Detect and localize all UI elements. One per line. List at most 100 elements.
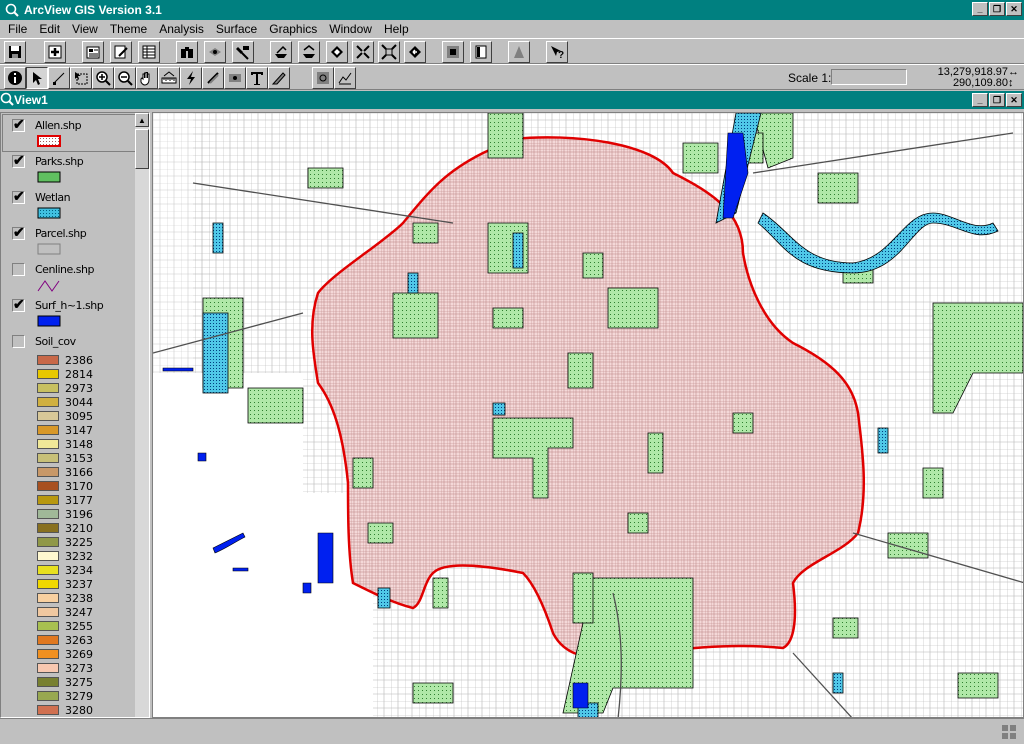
menu-edit[interactable]: Edit xyxy=(33,22,66,36)
theme-visibility-checkbox[interactable]: ✔ xyxy=(12,116,25,132)
area-of-interest-tool[interactable] xyxy=(202,67,224,89)
soil-class-swatch xyxy=(37,523,59,533)
locate-address-button[interactable] xyxy=(204,41,226,63)
zoom-to-selected-button[interactable] xyxy=(326,41,348,63)
soil-class-label: 3273 xyxy=(65,662,93,675)
contour-icon xyxy=(317,72,329,84)
save-project-button[interactable] xyxy=(4,41,26,63)
map-canvas[interactable] xyxy=(153,113,1024,718)
soil-class-item: 3153 xyxy=(3,451,137,465)
soil-class-swatch xyxy=(37,677,59,687)
soil-class-swatch xyxy=(37,593,59,603)
open-theme-table-button[interactable] xyxy=(138,41,160,63)
theme-visibility-checkbox[interactable] xyxy=(12,263,25,276)
hotlink-tool[interactable] xyxy=(180,67,202,89)
map-display[interactable] xyxy=(152,112,1024,718)
soil-class-label: 3153 xyxy=(65,452,93,465)
soil-class-label: 3166 xyxy=(65,466,93,479)
theme-parcel[interactable]: ✔ Parcel.shp xyxy=(3,223,137,259)
soil-class-swatch xyxy=(37,565,59,575)
menu-theme[interactable]: Theme xyxy=(104,22,153,36)
theme-surf[interactable]: ✔ Surf_h~1.shp xyxy=(3,295,137,331)
vertex-icon xyxy=(53,72,65,85)
area-icon xyxy=(207,72,219,84)
menu-help[interactable]: Help xyxy=(378,22,415,36)
theme-soil-cov[interactable]: Soil_cov xyxy=(3,331,137,353)
soil-class-item: 3210 xyxy=(3,521,137,535)
view-minimize-button[interactable]: _ xyxy=(972,93,988,107)
pointer-tool[interactable] xyxy=(26,67,48,89)
magnifier-plus-icon xyxy=(96,71,111,86)
label-tool[interactable] xyxy=(224,67,246,89)
view-close-button[interactable]: ✕ xyxy=(1006,93,1022,107)
soil-class-label: 3238 xyxy=(65,592,93,605)
zoom-out-tool[interactable] xyxy=(114,67,136,89)
menu-file[interactable]: File xyxy=(2,22,33,36)
theme-properties-button[interactable] xyxy=(82,41,104,63)
soil-class-swatch xyxy=(37,537,59,547)
theme-name: Cenline.shp xyxy=(35,263,94,276)
select-feature-tool[interactable] xyxy=(70,67,92,89)
soil-class-label: 3279 xyxy=(65,690,93,703)
zoom-out-button[interactable] xyxy=(378,41,400,63)
query-builder-button[interactable] xyxy=(232,41,254,63)
menu-window[interactable]: Window xyxy=(323,22,378,36)
soil-class-swatch xyxy=(37,649,59,659)
edit-legend-button[interactable] xyxy=(110,41,132,63)
soil-class-label: 3147 xyxy=(65,424,93,437)
draw-tool[interactable] xyxy=(268,67,290,89)
surface-tool[interactable] xyxy=(334,67,356,89)
toc-scrollbar[interactable]: ▲ xyxy=(135,113,149,717)
measure-tool[interactable] xyxy=(158,67,180,89)
add-theme-button[interactable] xyxy=(44,41,66,63)
coord-arrows-icon: ↔ ↕ xyxy=(1008,66,1019,89)
draw-shape-icon xyxy=(271,72,286,85)
minimize-button[interactable]: _ xyxy=(972,2,988,16)
help-button[interactable]: ? xyxy=(546,41,568,63)
scroll-up-icon[interactable]: ▲ xyxy=(135,113,149,127)
zoom-to-themes-button[interactable] xyxy=(298,41,320,63)
menu-surface[interactable]: Surface xyxy=(210,22,263,36)
hot-link-button[interactable] xyxy=(508,41,530,63)
theme-visibility-checkbox[interactable]: ✔ xyxy=(12,296,25,312)
soil-class-label: 3232 xyxy=(65,550,93,563)
vertex-edit-tool[interactable] xyxy=(48,67,70,89)
resize-grip-icon[interactable] xyxy=(1002,725,1016,739)
view-title: View1 xyxy=(14,93,48,107)
zoom-previous-button[interactable] xyxy=(404,41,426,63)
close-button[interactable]: ✕ xyxy=(1006,2,1022,16)
magnifier-minus-icon xyxy=(118,71,133,86)
zoom-in-button[interactable] xyxy=(352,41,374,63)
soil-class-swatch xyxy=(37,397,59,407)
restore-button[interactable]: ❐ xyxy=(989,2,1005,16)
theme-visibility-checkbox[interactable]: ✔ xyxy=(12,188,25,204)
soil-class-item: 3275 xyxy=(3,675,137,689)
zoom-in-tool[interactable] xyxy=(92,67,114,89)
menu-graphics[interactable]: Graphics xyxy=(263,22,323,36)
theme-cenline[interactable]: Cenline.shp xyxy=(3,259,137,295)
soil-class-item: 2973 xyxy=(3,381,137,395)
soil-class-item: 3147 xyxy=(3,423,137,437)
menu-view[interactable]: View xyxy=(66,22,104,36)
theme-visibility-checkbox[interactable] xyxy=(12,335,25,348)
text-tool[interactable] xyxy=(246,67,268,89)
view-restore-button[interactable]: ❐ xyxy=(989,93,1005,107)
theme-visibility-checkbox[interactable]: ✔ xyxy=(12,152,25,168)
menu-analysis[interactable]: Analysis xyxy=(153,22,210,36)
theme-wetlan[interactable]: ✔ Wetlan xyxy=(3,187,137,223)
binoculars-icon xyxy=(181,47,193,58)
pan-tool[interactable] xyxy=(136,67,158,89)
theme-allen[interactable]: ✔ Allen.shp xyxy=(2,114,138,152)
theme-visibility-checkbox[interactable]: ✔ xyxy=(12,224,25,240)
scroll-thumb[interactable] xyxy=(135,129,149,169)
scale-input[interactable] xyxy=(831,69,907,85)
contour-tool[interactable] xyxy=(312,67,334,89)
identify-tool[interactable] xyxy=(4,67,26,89)
zoom-to-full-extent-button[interactable] xyxy=(270,41,292,63)
open-layout-button[interactable] xyxy=(470,41,492,63)
soil-class-swatch xyxy=(37,481,59,491)
find-button[interactable] xyxy=(176,41,198,63)
select-features-graphic-button[interactable] xyxy=(442,41,464,63)
label-icon xyxy=(229,74,241,82)
theme-parks[interactable]: ✔ Parks.shp xyxy=(3,151,137,187)
